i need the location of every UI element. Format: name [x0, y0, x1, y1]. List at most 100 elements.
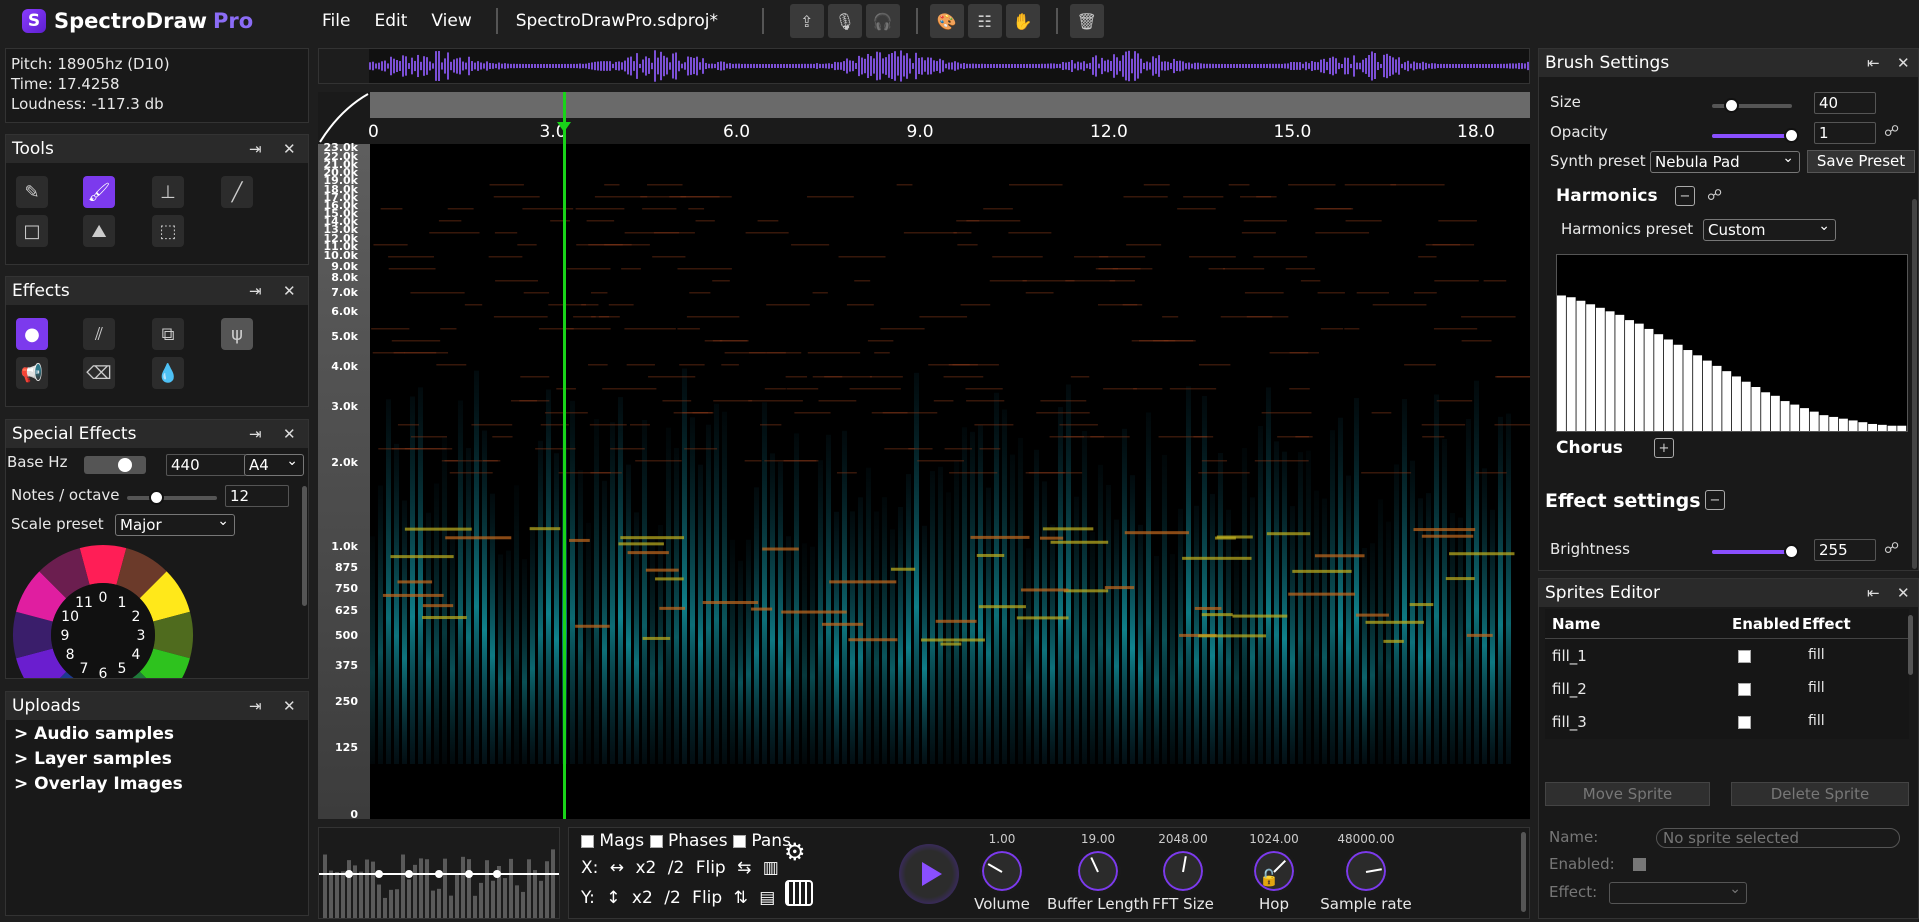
select-icon[interactable]: ⬚ — [152, 215, 184, 247]
column-enabled[interactable]: Enabled — [1732, 615, 1800, 633]
y-stretch-icon[interactable]: ↕ — [606, 888, 620, 908]
piano-icon[interactable] — [785, 880, 813, 906]
clone-icon[interactable]: ⧉ — [152, 318, 184, 350]
base-hz-input[interactable]: 440 — [166, 454, 246, 476]
close-icon[interactable]: ✕ — [1897, 54, 1910, 72]
column-effect[interactable]: Effect — [1802, 615, 1851, 633]
scale-preset-select[interactable]: Major — [115, 511, 235, 536]
upload-icon[interactable]: ⇪ — [789, 4, 824, 38]
close-icon[interactable]: ✕ — [1897, 584, 1910, 602]
table-row[interactable]: fill_1 fill — [1545, 641, 1909, 674]
notes-octave-slider[interactable] — [127, 490, 217, 505]
opacity-input[interactable]: 1 — [1814, 122, 1876, 144]
harmonics-editor[interactable] — [1556, 254, 1908, 432]
menu-view[interactable]: View — [431, 11, 471, 31]
knob-sample-rate[interactable]: 48000.00 Sample rate — [1320, 828, 1411, 918]
y-flip-button[interactable]: Flip — [692, 888, 722, 908]
spectrogram-area[interactable]: 23.0k 22.0k 21.0k 20.0k 19.0k 18.0k 17.0k 16.0k… — [318, 92, 1530, 821]
note-select[interactable]: A4 — [244, 451, 304, 476]
save-preset-button[interactable]: Save Preset — [1807, 150, 1915, 173]
scrollbar[interactable] — [1521, 832, 1526, 912]
x-swap-icon[interactable]: ⇆ — [737, 858, 751, 878]
hand-icon[interactable]: ✋ — [1005, 4, 1040, 38]
scrollbar[interactable] — [302, 486, 307, 606]
menu-file[interactable]: File — [322, 11, 350, 31]
timeline-ruler[interactable]: 0 3.0 6.0 9.0 12.0 15.0 18.0 — [318, 92, 1530, 144]
rectangle-icon[interactable]: □ — [16, 215, 48, 247]
upload-overlay-images[interactable]: > Overlay Images — [14, 774, 183, 794]
close-icon[interactable]: ✕ — [283, 140, 296, 158]
image-icon[interactable]: ⛰ — [83, 215, 115, 247]
delete-sprite-button[interactable]: Delete Sprite — [1731, 782, 1909, 806]
brightness-slider[interactable] — [1712, 544, 1799, 559]
y-swap-icon[interactable]: ⇅ — [734, 888, 748, 908]
size-input[interactable]: 40 — [1814, 92, 1876, 114]
level-overview[interactable] — [318, 827, 560, 919]
popout-icon[interactable]: ⇥ — [249, 425, 262, 443]
collapse-effect-icon[interactable]: − — [1705, 490, 1725, 510]
sprite-effect-select[interactable] — [1609, 879, 1747, 904]
x-grid-icon[interactable]: ▥ — [763, 858, 779, 878]
playhead[interactable] — [563, 92, 566, 819]
sprite-enabled-checkbox[interactable] — [1738, 650, 1751, 663]
eraser-icon[interactable]: ⌫ — [83, 357, 115, 389]
knob-volume[interactable]: 1.00 Volume — [957, 828, 1047, 918]
close-icon[interactable]: ✕ — [283, 697, 296, 715]
y-grid-icon[interactable]: ▤ — [759, 888, 775, 908]
gear-icon[interactable]: ⚙ — [784, 838, 806, 866]
popout-icon[interactable]: ⇥ — [249, 697, 262, 715]
popout-icon[interactable]: ⇥ — [249, 140, 262, 158]
headphones-icon[interactable]: 🎧 — [865, 4, 900, 38]
base-hz-toggle[interactable] — [84, 456, 146, 474]
y-half-button[interactable]: /2 — [664, 888, 681, 908]
x-flip-button[interactable]: Flip — [696, 858, 726, 878]
mags-checkbox[interactable] — [581, 834, 594, 848]
note-color-wheel[interactable]: 0 12 3 45678 9 1011 — [8, 540, 198, 679]
trash-icon[interactable]: 🗑 — [1069, 4, 1104, 38]
upload-layer-samples[interactable]: > Layer samples — [14, 749, 172, 769]
notes-octave-input[interactable]: 12 — [225, 485, 289, 507]
opacity-slider[interactable] — [1712, 128, 1799, 143]
expand-chorus-icon[interactable]: + — [1654, 438, 1674, 458]
move-sprite-button[interactable]: Move Sprite — [1545, 782, 1710, 806]
megaphone-icon[interactable]: 📢 — [16, 357, 48, 389]
close-icon[interactable]: ✕ — [283, 282, 296, 300]
link-icon[interactable]: ☍ — [1884, 122, 1899, 140]
dock-icon[interactable]: ⇤ — [1867, 584, 1880, 602]
close-icon[interactable]: ✕ — [283, 425, 296, 443]
link-icon[interactable]: ☍ — [1884, 539, 1899, 557]
knob-fft-size[interactable]: 2048.00 FFT Size — [1138, 828, 1228, 918]
sprite-enabled-checkbox[interactable] — [1633, 858, 1646, 871]
table-row[interactable]: fill_3 fill — [1545, 707, 1909, 739]
x-double-button[interactable]: x2 — [635, 858, 656, 878]
comb-icon[interactable]: ⫽ — [83, 318, 115, 350]
pencil-icon[interactable]: ✎ — [16, 176, 48, 208]
upload-audio-samples[interactable]: > Audio samples — [14, 724, 174, 744]
link-icon[interactable]: ☍ — [1707, 186, 1722, 204]
fork-icon[interactable]: ψ — [221, 318, 253, 350]
drop-icon[interactable]: 💧 — [152, 357, 184, 389]
harmonics-preset-select[interactable]: Custom — [1703, 216, 1836, 241]
table-row[interactable]: fill_2 fill — [1545, 674, 1909, 707]
playhead-marker[interactable] — [557, 122, 571, 132]
menu-edit[interactable]: Edit — [374, 11, 407, 31]
brush-icon[interactable]: 🖌 — [83, 176, 115, 208]
column-name[interactable]: Name — [1552, 615, 1600, 633]
scrollbar[interactable] — [1908, 615, 1913, 675]
lock-icon[interactable]: 🔓 — [1259, 868, 1279, 887]
synth-preset-select[interactable]: Nebula Pad — [1650, 148, 1800, 173]
palette-icon[interactable]: 🎨 — [929, 4, 964, 38]
sprite-enabled-checkbox[interactable] — [1738, 683, 1751, 696]
sprite-enabled-checkbox[interactable] — [1738, 716, 1751, 729]
microphone-icon[interactable]: 🎙 — [827, 4, 862, 38]
scrollbar[interactable] — [1912, 199, 1917, 569]
phases-checkbox[interactable] — [649, 834, 663, 848]
sprite-name-input[interactable] — [1656, 828, 1900, 848]
waveform-overview[interactable] — [318, 48, 1530, 84]
x-half-button[interactable]: /2 — [668, 858, 685, 878]
brightness-input[interactable]: 255 — [1814, 539, 1876, 561]
collapse-harmonics-icon[interactable]: − — [1675, 186, 1695, 206]
pans-checkbox[interactable] — [732, 834, 746, 848]
y-double-button[interactable]: x2 — [632, 888, 653, 908]
dock-icon[interactable]: ⇤ — [1867, 54, 1880, 72]
